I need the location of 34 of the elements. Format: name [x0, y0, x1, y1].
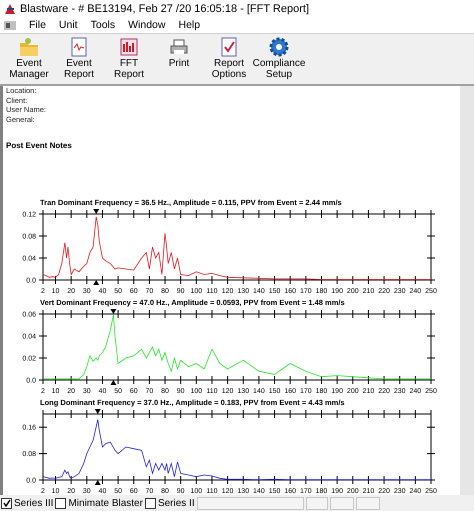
marker-icon — [94, 480, 101, 485]
document-icon — [4, 20, 16, 30]
right-axis — [426, 214, 436, 280]
toolbar-button[interactable]: Event Manager — [4, 36, 54, 80]
toolbar-button[interactable]: Print — [154, 36, 204, 69]
chart-icon — [118, 36, 140, 58]
app-icon — [4, 2, 16, 14]
y-axis — [38, 414, 48, 480]
toolbar-button[interactable]: FFT Report — [104, 36, 154, 80]
toolbar-button[interactable]: Compliance Setup — [254, 36, 304, 80]
right-axis — [426, 314, 436, 380]
marker-icon — [93, 280, 100, 285]
y-axis — [38, 214, 48, 280]
menu-item[interactable]: Tools — [90, 19, 116, 31]
series-checkbox[interactable]: Minimate Blaster — [55, 498, 143, 508]
window-title: Blastware - # BE13194, Feb 27 /20 16:05:18 - [FFT Report] — [20, 2, 310, 14]
menu-item[interactable]: File — [29, 19, 46, 31]
toolbar-button[interactable]: Event Report — [54, 36, 104, 80]
menu-item[interactable]: Unit — [58, 19, 78, 31]
toolbar-button[interactable]: Report Options — [204, 36, 254, 80]
series-checkbox[interactable]: Series II — [144, 498, 195, 508]
marker-icon — [94, 409, 101, 414]
series-checkbox[interactable]: Series III — [1, 498, 54, 508]
folder-icon — [18, 36, 40, 58]
y-axis — [38, 314, 48, 380]
section-heading: Post Event Notes — [6, 141, 73, 150]
menu-item[interactable]: Help — [178, 19, 200, 31]
menu-item[interactable]: Window — [128, 19, 166, 31]
marker-icon — [110, 380, 116, 385]
marker-icon — [93, 209, 100, 214]
marker-icon — [110, 309, 116, 314]
gear-icon — [268, 36, 290, 58]
right-axis — [426, 414, 436, 480]
checkmark-icon — [2, 499, 10, 507]
